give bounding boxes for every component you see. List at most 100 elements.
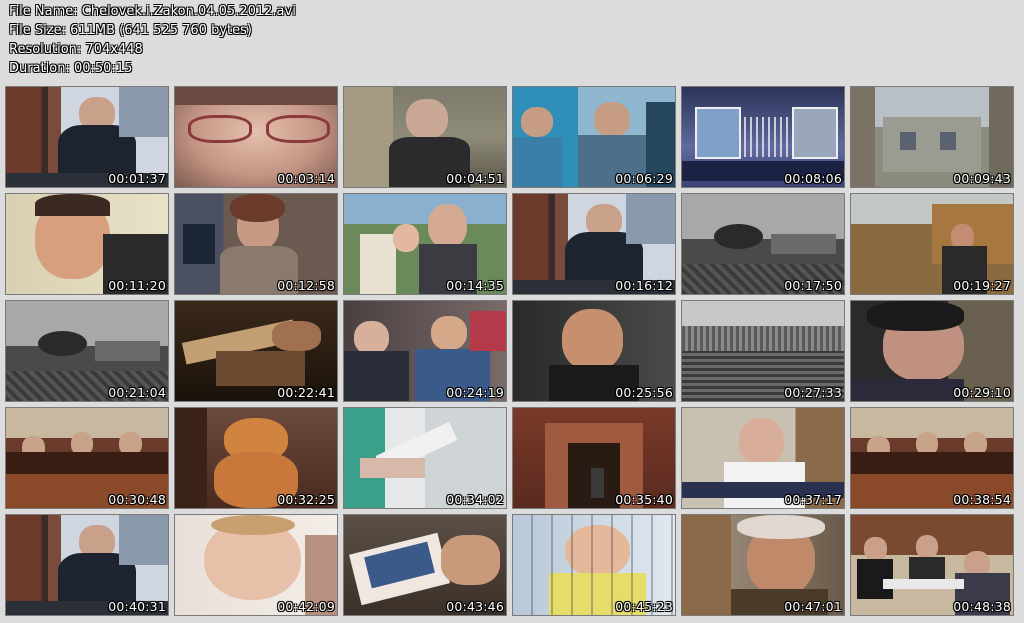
frame-shape: [590, 468, 604, 498]
video-thumbnail: 00:38:54: [850, 407, 1014, 509]
timestamp: 00:06:29: [615, 171, 673, 186]
frame-shape: [95, 341, 160, 361]
file-size-line: File Size: 611MB (641 525 760 bytes): [9, 23, 252, 38]
frame-shape: [594, 102, 630, 137]
video-thumbnail: 00:42:09: [174, 514, 338, 616]
frame-shape: [183, 224, 216, 264]
video-thumbnail: 00:16:12: [512, 193, 676, 295]
frame-shape: [230, 194, 286, 222]
frame-shape: [867, 301, 965, 331]
timestamp: 00:01:37: [108, 171, 166, 186]
frame-shape: [883, 579, 965, 589]
frame-shape: [405, 99, 448, 139]
timestamp: 00:24:19: [446, 385, 504, 400]
video-thumbnail: 00:11:20: [5, 193, 169, 295]
timestamp: 00:14:35: [446, 278, 504, 293]
frame-shape: [344, 87, 393, 187]
video-thumbnail: 00:04:51: [343, 86, 507, 188]
frame-shape: [714, 224, 763, 249]
frame-shape: [360, 234, 396, 294]
timestamp: 00:04:51: [446, 171, 504, 186]
timestamp: 00:27:33: [784, 385, 842, 400]
frame-shape: [743, 117, 789, 157]
timestamp: 00:43:46: [446, 599, 504, 614]
frame-shape: [883, 117, 981, 172]
video-thumbnail: 00:47:01: [681, 514, 845, 616]
frame-shape: [915, 535, 939, 559]
file-info-header: File Name: Chelovek.i.Zakon.04.05.2012.a…: [9, 2, 296, 78]
video-thumbnail: 00:09:43: [850, 86, 1014, 188]
duration-line: Duration: 00:50:15: [9, 61, 133, 76]
frame-shape: [682, 515, 731, 615]
video-thumbnail: 00:01:37: [5, 86, 169, 188]
timestamp: 00:16:12: [615, 278, 673, 293]
video-thumbnail: 00:29:10: [850, 300, 1014, 402]
timestamp: 00:21:04: [108, 385, 166, 400]
frame-shape: [119, 87, 168, 137]
timestamp: 00:42:09: [277, 599, 335, 614]
frame-shape: [792, 107, 839, 159]
frame-shape: [428, 204, 468, 248]
frame-shape: [682, 301, 844, 326]
timestamp: 00:34:02: [446, 492, 504, 507]
frame-shape: [272, 321, 321, 351]
video-thumbnail: 00:40:31: [5, 514, 169, 616]
file-name-line: File Name: Chelovek.i.Zakon.04.05.2012.a…: [9, 4, 296, 19]
frame-shape: [521, 107, 554, 137]
frame-shape: [694, 107, 742, 159]
video-thumbnail: 00:32:25: [174, 407, 338, 509]
frame-shape: [344, 351, 409, 401]
timestamp: 00:37:17: [784, 492, 842, 507]
resolution-line: Resolution: 704x448: [9, 42, 143, 57]
timestamp: 00:38:54: [953, 492, 1011, 507]
frame-shape: [513, 137, 562, 187]
video-thumbnail: 00:19:27: [850, 193, 1014, 295]
video-thumbnail: 00:43:46: [343, 514, 507, 616]
frame-shape: [863, 537, 887, 561]
frame-shape: [119, 515, 168, 565]
frame-shape: [187, 115, 253, 143]
video-thumbnail: 00:14:35: [343, 193, 507, 295]
frame-shape: [738, 418, 785, 466]
timestamp: 00:25:56: [615, 385, 673, 400]
video-thumbnail: 00:37:17: [681, 407, 845, 509]
video-thumbnail: 00:21:04: [5, 300, 169, 402]
video-thumbnail: 00:34:02: [343, 407, 507, 509]
frame-shape: [392, 224, 419, 252]
timestamp: 00:30:48: [108, 492, 166, 507]
frame-shape: [470, 311, 506, 351]
timestamp: 00:40:31: [108, 599, 166, 614]
video-thumbnail: 00:48:38: [850, 514, 1014, 616]
timestamp: 00:48:38: [953, 599, 1011, 614]
frame-shape: [265, 115, 331, 143]
timestamp: 00:12:58: [277, 278, 335, 293]
frame-shape: [210, 515, 295, 535]
frame-shape: [431, 316, 468, 350]
timestamp: 00:03:14: [277, 171, 335, 186]
timestamp: 00:45:23: [615, 599, 673, 614]
timestamp: 00:17:50: [784, 278, 842, 293]
frame-shape: [899, 132, 916, 150]
video-thumbnail: 00:24:19: [343, 300, 507, 402]
thumbnail-grid: 00:01:37 00:03:14 00:04:51 00:06:29 00:08:06…: [5, 86, 1014, 616]
timestamp: 00:19:27: [953, 278, 1011, 293]
video-thumbnail: 00:35:40: [512, 407, 676, 509]
timestamp: 00:09:43: [953, 171, 1011, 186]
timestamp: 00:08:06: [784, 171, 842, 186]
video-thumbnail: 00:25:56: [512, 300, 676, 402]
frame-shape: [38, 331, 87, 356]
frame-shape: [771, 234, 836, 254]
video-thumbnail: 00:22:41: [174, 300, 338, 402]
timestamp: 00:29:10: [953, 385, 1011, 400]
frame-shape: [360, 458, 425, 478]
video-thumbnail: 00:03:14: [174, 86, 338, 188]
video-thumbnail: 00:45:23: [512, 514, 676, 616]
video-thumbnail: 00:27:33: [681, 300, 845, 402]
frame-shape: [441, 535, 500, 585]
frame-shape: [215, 351, 305, 386]
frame-shape: [35, 194, 110, 216]
video-thumbnail: 00:06:29: [512, 86, 676, 188]
frame-shape: [851, 379, 965, 401]
timestamp: 00:32:25: [277, 492, 335, 507]
frame-shape: [561, 309, 624, 371]
